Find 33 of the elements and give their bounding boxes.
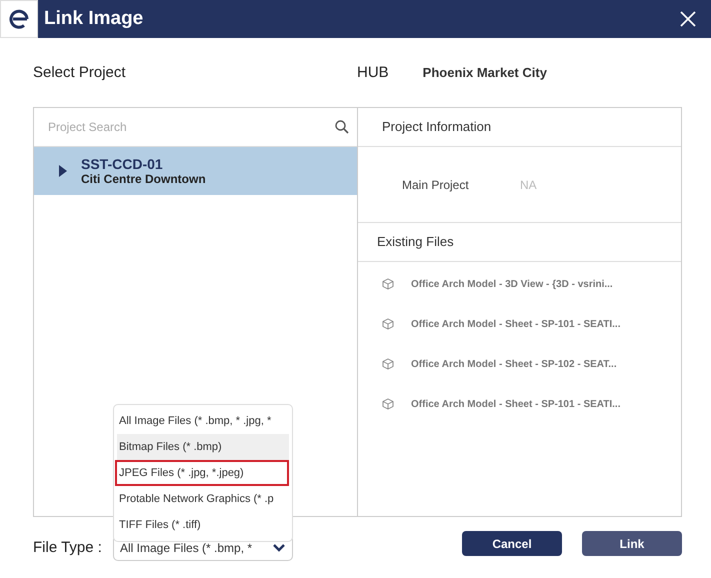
cube-icon: [382, 398, 394, 410]
panel-title: Project Information: [382, 118, 492, 136]
dropdown-option[interactable]: JPEG Files (* .jpg, *.jpeg): [115, 460, 289, 486]
project-code: SST-CCD-01: [81, 156, 164, 172]
hub-value: Phoenix Market City: [422, 64, 547, 82]
file-name[interactable]: Office Arch Model - Sheet - SP-101 - SEATI...: [411, 396, 620, 412]
dropdown-option[interactable]: TIFF Files (* .tiff): [117, 512, 289, 538]
cube-icon: [382, 278, 394, 290]
cube-icon: [382, 318, 394, 330]
section-label: Select Project: [33, 62, 127, 83]
window-title: Link Image: [44, 6, 144, 31]
dialog-button[interactable]: Link: [582, 531, 682, 556]
project-item[interactable]: SST-CCD-01 Citi Centre Downtown: [34, 147, 357, 195]
file-name[interactable]: Office Arch Model - 3D View - {3D - vsrini...: [411, 276, 613, 292]
expand-arrow-icon[interactable]: [59, 165, 67, 177]
chevron-down-icon: [273, 544, 285, 552]
logo-icon: [7, 7, 31, 31]
file-name[interactable]: Office Arch Model - Sheet - SP-101 - SEATI...: [411, 316, 620, 332]
file-name[interactable]: Office Arch Model - Sheet - SP-102 - SEAT...: [411, 356, 617, 372]
file-type-label: File Type :: [33, 538, 103, 558]
project-name: Citi Centre Downtown: [81, 172, 206, 186]
dropdown-option[interactable]: Bitmap Files (* .bmp): [117, 434, 289, 460]
cube-icon: [382, 358, 394, 370]
field-value: NA: [520, 177, 537, 194]
search-icon[interactable]: [335, 120, 349, 134]
dropdown-option[interactable]: Protable Network Graphics (* .p: [117, 486, 289, 512]
panel-title: Existing Files: [377, 233, 454, 252]
dropdown-option[interactable]: All Image Files (* .bmp, * .jpg, *: [117, 408, 289, 434]
dialog-button[interactable]: Cancel: [462, 531, 562, 556]
search-field[interactable]: Project Search: [48, 118, 335, 136]
hub-label: HUB: [357, 62, 389, 83]
close-icon[interactable]: [680, 11, 696, 27]
field-label: Main Project: [402, 177, 470, 194]
